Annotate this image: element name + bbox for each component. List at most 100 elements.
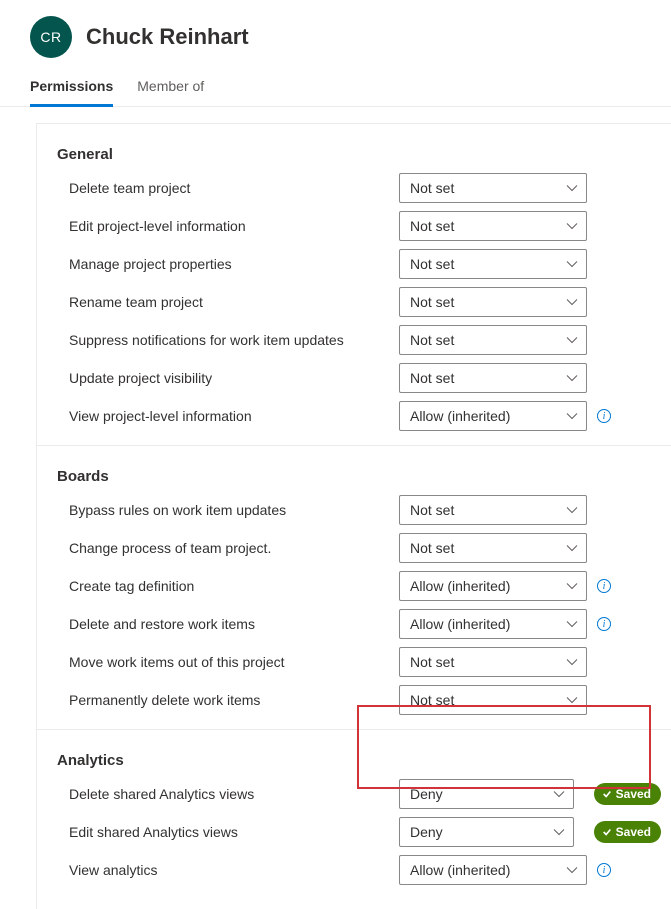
perm-select-update-visibility[interactable]: Not set [399, 363, 587, 393]
select-value: Allow (inherited) [410, 578, 510, 594]
chevron-down-icon [566, 504, 578, 516]
select-value: Not set [410, 180, 454, 196]
chevron-down-icon [566, 580, 578, 592]
perm-row: Suppress notifications for work item upd… [37, 321, 671, 359]
select-value: Deny [410, 824, 443, 840]
perm-select-view-project-info[interactable]: Allow (inherited) [399, 401, 587, 431]
select-value: Deny [410, 786, 443, 802]
row-trail: i [597, 863, 611, 877]
chevron-down-icon [566, 694, 578, 706]
perm-label: Permanently delete work items [69, 692, 399, 708]
perm-row: View project-level information Allow (in… [37, 397, 671, 435]
select-value: Not set [410, 332, 454, 348]
chevron-down-icon [566, 182, 578, 194]
perm-row: Update project visibility Not set [37, 359, 671, 397]
saved-badge: Saved [594, 821, 661, 843]
row-trail: i [597, 617, 611, 631]
perm-select-rename-team-project[interactable]: Not set [399, 287, 587, 317]
info-icon[interactable]: i [597, 579, 611, 593]
section-title-boards: Boards [37, 446, 671, 491]
page-header: CR Chuck Reinhart [0, 0, 671, 66]
chevron-down-icon [566, 864, 578, 876]
tab-permissions[interactable]: Permissions [30, 70, 113, 107]
info-icon[interactable]: i [597, 409, 611, 423]
perm-select-create-tag[interactable]: Allow (inherited) [399, 571, 587, 601]
permissions-panel: General Delete team project Not set Edit… [36, 123, 671, 909]
section-title-analytics: Analytics [37, 730, 671, 775]
perm-select-delete-shared-analytics[interactable]: Deny [399, 779, 574, 809]
perm-label: Move work items out of this project [69, 654, 399, 670]
chevron-down-icon [553, 788, 565, 800]
perm-row: View analytics Allow (inherited) i [37, 851, 671, 889]
select-value: Not set [410, 654, 454, 670]
info-icon[interactable]: i [597, 617, 611, 631]
perm-row: Manage project properties Not set [37, 245, 671, 283]
avatar: CR [30, 16, 72, 58]
select-value: Not set [410, 502, 454, 518]
perm-row: Create tag definition Allow (inherited) … [37, 567, 671, 605]
check-icon [602, 789, 612, 799]
perm-label: Delete and restore work items [69, 616, 399, 632]
section-title-general: General [37, 124, 671, 169]
perm-label: Update project visibility [69, 370, 399, 386]
chevron-down-icon [553, 826, 565, 838]
perm-row: Edit shared Analytics views Deny Saved [37, 813, 671, 851]
chevron-down-icon [566, 372, 578, 384]
perm-row: Rename team project Not set [37, 283, 671, 321]
select-value: Not set [410, 692, 454, 708]
select-value: Not set [410, 256, 454, 272]
tab-memberof[interactable]: Member of [137, 70, 204, 107]
perm-select-bypass-rules[interactable]: Not set [399, 495, 587, 525]
perm-label: Suppress notifications for work item upd… [69, 332, 399, 348]
perm-select-change-process[interactable]: Not set [399, 533, 587, 563]
saved-label: Saved [616, 825, 651, 839]
perm-row: Move work items out of this project Not … [37, 643, 671, 681]
perm-select-perm-delete[interactable]: Not set [399, 685, 587, 715]
saved-badge: Saved [594, 783, 661, 805]
chevron-down-icon [566, 618, 578, 630]
perm-row: Delete team project Not set [37, 169, 671, 207]
perm-label: Change process of team project. [69, 540, 399, 556]
perm-select-delete-restore[interactable]: Allow (inherited) [399, 609, 587, 639]
saved-label: Saved [616, 787, 651, 801]
perm-select-edit-project-info[interactable]: Not set [399, 211, 587, 241]
info-icon[interactable]: i [597, 863, 611, 877]
chevron-down-icon [566, 258, 578, 270]
perm-select-move-work-items[interactable]: Not set [399, 647, 587, 677]
perm-select-suppress-notifications[interactable]: Not set [399, 325, 587, 355]
chevron-down-icon [566, 542, 578, 554]
perm-row: Bypass rules on work item updates Not se… [37, 491, 671, 529]
perm-label: View analytics [69, 862, 399, 878]
page-title: Chuck Reinhart [86, 24, 249, 50]
perm-row: Change process of team project. Not set [37, 529, 671, 567]
perm-select-view-analytics[interactable]: Allow (inherited) [399, 855, 587, 885]
perm-label: View project-level information [69, 408, 399, 424]
perm-label: Delete team project [69, 180, 399, 196]
check-icon [602, 827, 612, 837]
chevron-down-icon [566, 656, 578, 668]
chevron-down-icon [566, 296, 578, 308]
perm-label: Manage project properties [69, 256, 399, 272]
tab-bar: Permissions Member of [0, 66, 671, 107]
perm-select-manage-project-props[interactable]: Not set [399, 249, 587, 279]
perm-label: Edit project-level information [69, 218, 399, 234]
select-value: Allow (inherited) [410, 616, 510, 632]
perm-label: Delete shared Analytics views [69, 786, 399, 802]
select-value: Not set [410, 370, 454, 386]
row-trail: i [597, 409, 611, 423]
select-value: Not set [410, 218, 454, 234]
select-value: Not set [410, 540, 454, 556]
perm-select-edit-shared-analytics[interactable]: Deny [399, 817, 574, 847]
perm-select-delete-team-project[interactable]: Not set [399, 173, 587, 203]
perm-label: Edit shared Analytics views [69, 824, 399, 840]
perm-row: Permanently delete work items Not set [37, 681, 671, 719]
perm-label: Bypass rules on work item updates [69, 502, 399, 518]
perm-row: Delete shared Analytics views Deny Saved [37, 775, 671, 813]
chevron-down-icon [566, 410, 578, 422]
select-value: Allow (inherited) [410, 408, 510, 424]
chevron-down-icon [566, 334, 578, 346]
perm-row: Edit project-level information Not set [37, 207, 671, 245]
perm-row: Delete and restore work items Allow (inh… [37, 605, 671, 643]
perm-label: Rename team project [69, 294, 399, 310]
select-value: Allow (inherited) [410, 862, 510, 878]
